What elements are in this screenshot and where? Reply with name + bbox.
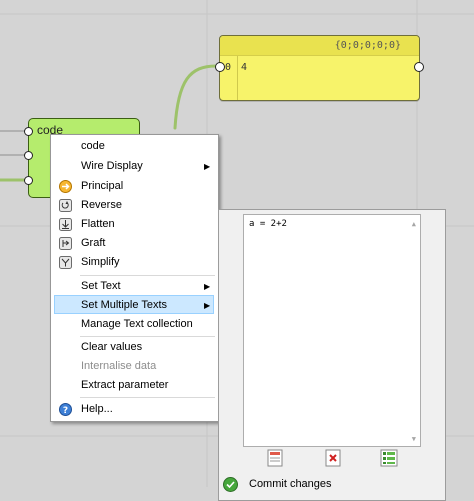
commit-changes-button[interactable]: Commit changes [223, 476, 443, 494]
commit-label: Commit changes [249, 478, 332, 490]
menu-item-simplify[interactable]: Simplify [54, 253, 214, 272]
submenu-arrow-icon: ▶ [204, 282, 211, 291]
clear-text-button[interactable] [323, 448, 343, 468]
menu-item-label: Principal [81, 180, 124, 192]
menu-item-label: Flatten [81, 218, 115, 230]
panel-input-grip[interactable] [215, 62, 225, 72]
input-grip-3[interactable] [24, 176, 33, 185]
menu-item-extract-parameter[interactable]: Extract parameter [54, 376, 214, 395]
menu-item-principal[interactable]: Principal [54, 177, 214, 196]
panel-item-value: 4 [241, 62, 248, 73]
menu-item-label: Set Text [81, 280, 121, 292]
panel-header: {0;0;0;0;0} [220, 36, 419, 56]
menu-item-set-text[interactable]: Set Text ▶ [54, 277, 214, 296]
svg-text:?: ? [63, 406, 68, 416]
panel-path-label: {0;0;0;0;0} [334, 40, 401, 51]
menu-item-label: Graft [81, 237, 106, 249]
menu-item-label: Manage Text collection [81, 318, 193, 330]
checkmark-icon [223, 477, 238, 492]
menu-item-label: Help... [81, 403, 113, 415]
menu-item-label: Simplify [81, 256, 120, 268]
menu-separator [80, 397, 215, 398]
menu-item-help[interactable]: ? Help... [54, 400, 214, 419]
menu-item-label: Extract parameter [81, 379, 169, 391]
menu-item-flatten[interactable]: Flatten [54, 215, 214, 234]
input-grip-1[interactable] [24, 127, 33, 136]
graft-icon [59, 237, 72, 250]
text-value: a = 2+2 [249, 219, 287, 229]
menu-item-internalise-data: Internalise data [54, 357, 214, 376]
input-grip-2[interactable] [24, 151, 33, 160]
import-text-button[interactable] [265, 448, 285, 468]
menu-item-label: code [81, 140, 105, 152]
menu-item-graft[interactable]: Graft [54, 234, 214, 253]
menu-item-label: Reverse [81, 199, 122, 211]
simplify-icon [59, 256, 72, 269]
panel-index-divider [237, 56, 238, 100]
panel-component[interactable]: {0;0;0;0;0} 0 4 [215, 35, 424, 101]
menu-separator [80, 275, 215, 276]
menu-item-label: Clear values [81, 341, 143, 353]
menu-item-label: Wire Display [81, 160, 143, 172]
list-view-button[interactable] [379, 448, 399, 468]
reverse-icon [59, 199, 72, 212]
flatten-icon [59, 218, 72, 231]
panel-content: 0 4 [220, 56, 419, 100]
menu-item-label: Set Multiple Texts [81, 299, 168, 311]
text-editor-area[interactable]: a = 2+2 ▲ ▼ [243, 214, 421, 447]
help-icon: ? [59, 403, 72, 416]
menu-item-wire-display[interactable]: Wire Display ▶ [54, 157, 214, 176]
menu-item-set-multiple-texts[interactable]: Set Multiple Texts ▶ [54, 295, 214, 314]
menu-item-manage-text-collection[interactable]: Manage Text collection [54, 315, 214, 334]
menu-item-label: Internalise data [81, 360, 157, 372]
principal-icon [59, 180, 72, 193]
submenu-arrow-icon: ▶ [204, 301, 211, 310]
scroll-down-icon[interactable]: ▼ [412, 435, 416, 443]
panel-output-grip[interactable] [414, 62, 424, 72]
panel-item-index: 0 [225, 62, 232, 73]
menu-item-reverse[interactable]: Reverse [54, 196, 214, 215]
submenu-arrow-icon: ▶ [204, 162, 211, 171]
menu-item-name[interactable]: code [54, 137, 214, 156]
scroll-up-icon[interactable]: ▲ [412, 220, 416, 228]
menu-item-clear-values[interactable]: Clear values [54, 338, 214, 357]
text-collection-editor: a = 2+2 ▲ ▼ Commit changes [218, 209, 446, 501]
menu-separator [80, 336, 215, 337]
context-menu: code Wire Display ▶ Principal Reverse Fl… [50, 134, 219, 422]
